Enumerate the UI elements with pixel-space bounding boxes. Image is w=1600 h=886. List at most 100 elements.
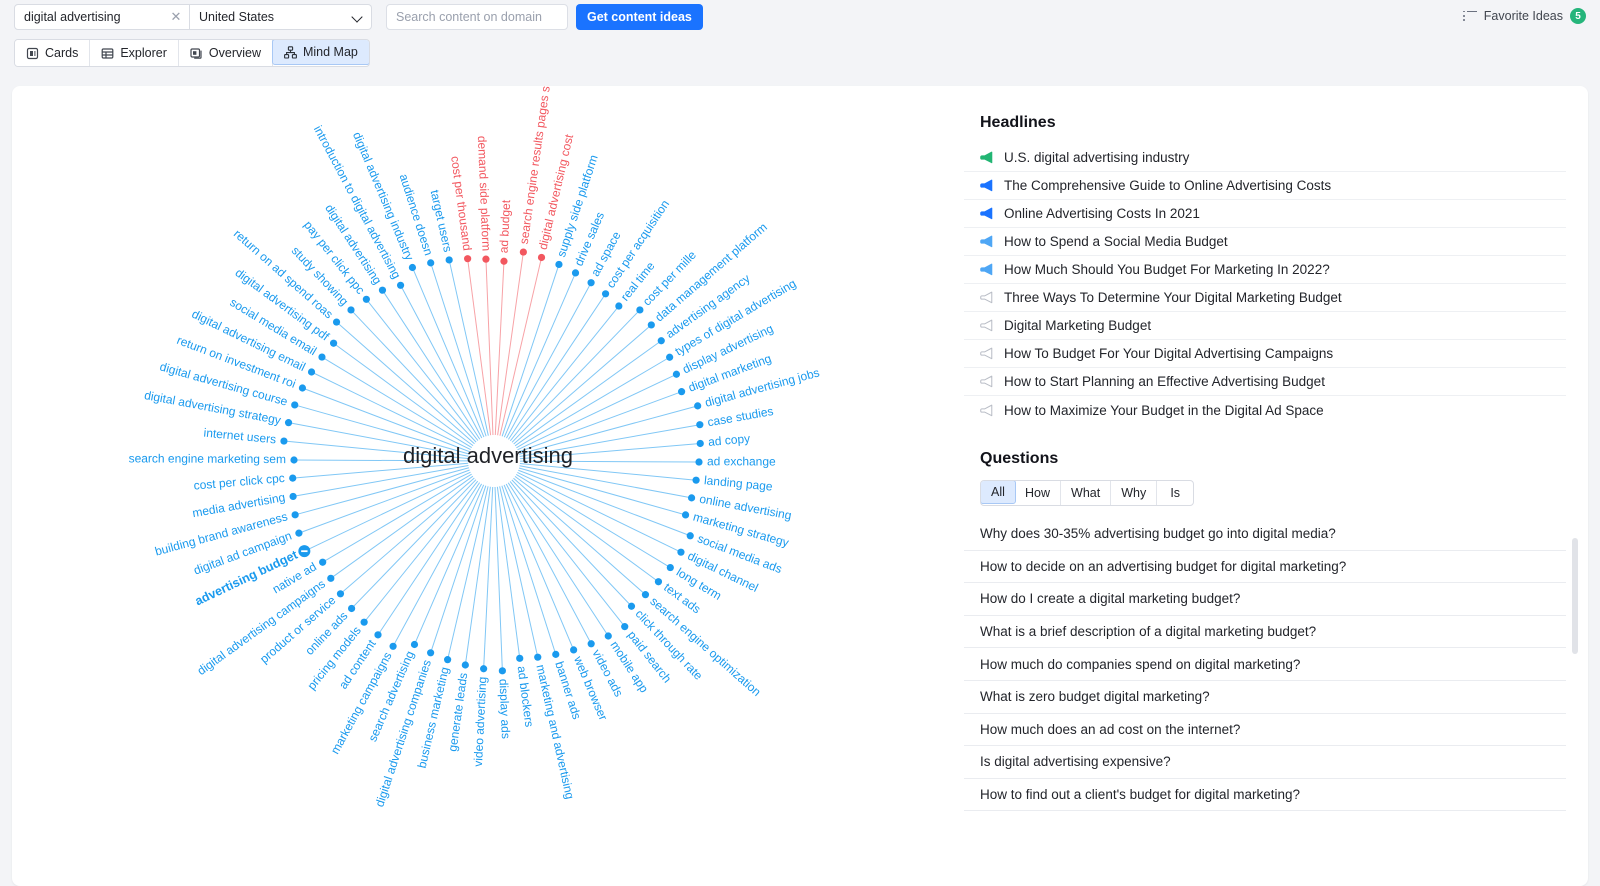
headline-row[interactable]: How Much Should You Budget For Marketing… — [964, 256, 1566, 284]
mind-map-node[interactable] — [519, 248, 527, 256]
question-filter-what[interactable]: What — [1061, 481, 1112, 505]
mind-map-node[interactable] — [694, 402, 702, 410]
tab-overview[interactable]: Overview — [178, 40, 273, 66]
headline-row[interactable]: How to Spend a Social Media Budget — [964, 228, 1566, 256]
mind-map-node[interactable] — [482, 255, 490, 263]
mind-map-node[interactable] — [284, 419, 293, 427]
mind-map-node[interactable] — [571, 269, 580, 277]
question-row[interactable]: How much do companies spend on digital m… — [964, 648, 1566, 681]
mind-map-node[interactable] — [427, 649, 435, 657]
mind-map-node[interactable] — [298, 384, 307, 392]
headline-row[interactable]: Online Advertising Costs In 2021 — [964, 200, 1566, 228]
mind-map-node[interactable] — [291, 511, 299, 519]
mind-map-node[interactable] — [666, 353, 674, 361]
mind-map-node[interactable] — [537, 253, 546, 262]
mind-map-node-label[interactable]: ad copy — [708, 431, 751, 449]
mind-map-node-label[interactable]: ad exchange — [707, 454, 776, 468]
mind-map-node[interactable] — [647, 321, 655, 329]
mind-map-node[interactable] — [480, 665, 488, 673]
mind-map-node-label[interactable]: landing page — [703, 473, 773, 493]
mind-map-node[interactable] — [516, 654, 524, 662]
question-filter-why[interactable]: Why — [1111, 481, 1158, 505]
mind-map-node[interactable] — [587, 640, 595, 648]
mind-map-node[interactable] — [289, 492, 297, 501]
mind-map-node-label[interactable]: video advertising — [471, 676, 489, 767]
headline-row[interactable]: U.S. digital advertising industry — [964, 144, 1566, 172]
headline-row[interactable]: How to Start Planning an Effective Adver… — [964, 368, 1566, 396]
mind-map-node[interactable] — [389, 642, 397, 650]
mind-map-node[interactable] — [464, 255, 472, 263]
tab-mind-map[interactable]: Mind Map — [271, 40, 369, 65]
question-row[interactable]: What is a brief description of a digital… — [964, 616, 1566, 649]
mind-map-node[interactable] — [555, 260, 563, 269]
mind-map-node[interactable] — [636, 306, 644, 314]
mind-map-node[interactable] — [408, 263, 417, 272]
mind-map-node[interactable] — [601, 290, 610, 298]
question-row[interactable]: Is digital advertising expensive? — [964, 746, 1566, 779]
question-filter-is[interactable]: Is — [1157, 481, 1193, 505]
mind-map-node[interactable] — [621, 623, 629, 631]
mind-map-node[interactable] — [534, 653, 542, 661]
mind-map-node[interactable] — [587, 279, 595, 287]
mind-map-node-label[interactable]: case studies — [706, 404, 774, 429]
mind-map-node[interactable] — [336, 590, 345, 598]
mind-map-node[interactable] — [681, 511, 690, 519]
mind-map-node-label[interactable]: internet users — [203, 426, 277, 447]
mind-map-node[interactable] — [641, 591, 650, 599]
close-icon[interactable]: ✕ — [169, 10, 183, 24]
mind-map-node-label[interactable]: ad blockers — [515, 665, 537, 728]
headline-row[interactable]: How to Maximize Your Budget in the Digit… — [964, 396, 1566, 424]
mind-map-node[interactable] — [692, 476, 700, 484]
question-row[interactable]: How do I create a digital marketing budg… — [964, 583, 1566, 616]
mind-map-node-label[interactable]: cost per click cpc — [193, 471, 285, 493]
questions-scrollbar[interactable] — [1572, 538, 1578, 654]
location-select[interactable]: United States — [190, 4, 372, 30]
question-row[interactable]: How to find out a client's budget for di… — [964, 779, 1566, 812]
mind-map-node-label[interactable]: ad budget — [497, 199, 514, 254]
headline-row[interactable]: How To Budget For Your Digital Advertisi… — [964, 340, 1566, 368]
mind-map-node[interactable] — [498, 667, 506, 675]
mind-map-node[interactable] — [319, 558, 327, 566]
mind-map-node-label[interactable]: building brand awareness — [153, 509, 289, 558]
mind-map-node[interactable] — [378, 286, 387, 294]
mind-map-node[interactable] — [347, 306, 355, 314]
domain-search-input[interactable]: Search content on domain — [386, 4, 568, 30]
mind-map-node[interactable] — [657, 337, 665, 345]
mind-map-node[interactable] — [444, 656, 452, 664]
mind-map-node[interactable] — [362, 295, 370, 303]
mind-map-node[interactable] — [696, 421, 704, 429]
mind-map-node[interactable] — [687, 494, 696, 502]
question-row[interactable]: How much does an ad cost on the internet… — [964, 714, 1566, 747]
mind-map-node[interactable] — [552, 650, 560, 658]
mind-map-node[interactable] — [332, 318, 341, 326]
mind-map-node-label[interactable]: demand side platform — [475, 136, 494, 252]
mind-map-node[interactable] — [615, 302, 623, 310]
mind-map-node[interactable] — [290, 456, 298, 464]
mind-map-node[interactable] — [280, 437, 288, 445]
keyword-input[interactable]: digital advertising ✕ — [14, 4, 190, 30]
question-row[interactable]: Why does 30-35% advertising budget go in… — [964, 518, 1566, 551]
mind-map-node[interactable] — [666, 563, 674, 572]
mind-map-node[interactable] — [500, 257, 508, 265]
mind-map-node-label[interactable]: display ads — [497, 679, 513, 740]
favorite-ideas-button[interactable]: Favorite Ideas 5 — [1462, 8, 1586, 24]
tab-explorer[interactable]: Explorer — [90, 40, 179, 66]
mind-map-node-label[interactable]: generate leads — [445, 672, 470, 753]
mind-map-node[interactable] — [461, 661, 469, 669]
headline-row[interactable]: The Comprehensive Guide to Online Advert… — [964, 172, 1566, 200]
mind-map-node[interactable] — [604, 632, 612, 640]
mind-map-canvas[interactable]: introduction to digital advertising digit… — [12, 86, 964, 886]
mind-map-node[interactable] — [347, 604, 356, 613]
mind-map-node[interactable] — [677, 548, 685, 556]
mind-map-node[interactable] — [570, 646, 578, 654]
mind-map-node-label[interactable]: search engine marketing sem — [129, 451, 286, 466]
mind-map-node[interactable] — [410, 640, 419, 649]
mind-map-node[interactable] — [327, 574, 335, 582]
mind-map-node[interactable] — [677, 388, 686, 396]
tab-cards[interactable]: Cards — [15, 40, 91, 66]
mind-map-node[interactable] — [374, 631, 382, 639]
mind-map-node[interactable] — [654, 578, 663, 586]
question-filter-how[interactable]: How — [1015, 481, 1062, 505]
mind-map-node[interactable] — [686, 532, 694, 540]
question-row[interactable]: What is zero budget digital marketing? — [964, 681, 1566, 714]
